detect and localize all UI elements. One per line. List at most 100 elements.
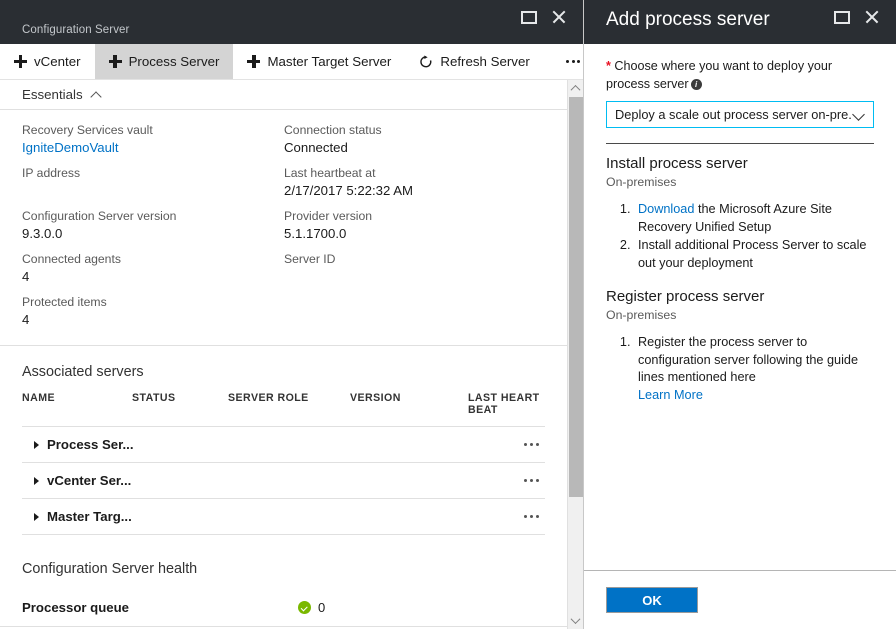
health-metric-value: 0: [298, 600, 325, 615]
configuration-server-blade: Configuration Server vCenter Process Ser…: [0, 0, 584, 629]
column-header-version: VERSION: [350, 392, 468, 416]
deploy-location-field-label: * Choose where you want to deploy your p…: [606, 58, 874, 93]
essentials-key: Server ID: [284, 251, 545, 268]
connection-status-value: Connected: [284, 139, 545, 157]
close-icon[interactable]: [864, 9, 880, 25]
blade-toolbar: vCenter Process Server Master Target Ser…: [0, 44, 583, 80]
refresh-icon: [419, 55, 433, 69]
recovery-services-vault-link[interactable]: IgniteDemoVault: [22, 139, 284, 157]
essentials-value: [284, 268, 545, 286]
left-blade-title: Configuration Server: [22, 24, 129, 36]
toolbar-refresh-label: Refresh Server: [440, 54, 529, 69]
ellipsis-icon: [566, 60, 581, 63]
toolbar-vcenter-label: vCenter: [34, 54, 81, 69]
download-link[interactable]: Download: [638, 202, 694, 216]
blade-scroll-region: Essentials Recovery Services vault Ignit…: [0, 80, 583, 629]
register-process-server-section: Register process server On-premises Regi…: [606, 287, 874, 404]
toolbar-master-target-server-button[interactable]: Master Target Server: [233, 44, 405, 79]
chevron-down-icon[interactable]: [853, 110, 865, 119]
right-blade-title: Add process server: [606, 9, 770, 31]
deploy-location-select[interactable]: Deploy a scale out process server on-pre…: [606, 101, 874, 128]
list-item: Install additional Process Server to sca…: [634, 237, 874, 272]
scroll-down-arrow-icon[interactable]: [568, 612, 583, 629]
install-step-2-text: Install additional Process Server to sca…: [638, 238, 867, 270]
essentials-value: 5.1.1700.0: [284, 225, 545, 243]
chevron-up-icon[interactable]: [92, 90, 102, 100]
row-name-cell[interactable]: vCenter Ser...: [22, 473, 131, 488]
toolbar-refresh-server-button[interactable]: Refresh Server: [405, 44, 543, 79]
ok-button[interactable]: OK: [606, 587, 698, 613]
register-section-subheading: On-premises: [606, 307, 874, 324]
right-window-controls: [834, 9, 880, 25]
maximize-icon[interactable]: [521, 11, 537, 24]
row-name-label: vCenter Ser...: [47, 473, 131, 488]
register-steps-list: Register the process server to configura…: [634, 334, 874, 404]
row-name-cell[interactable]: Master Targ...: [22, 509, 132, 524]
toolbar-process-server-button[interactable]: Process Server: [95, 44, 234, 79]
essentials-label: Essentials: [22, 87, 83, 102]
essentials-value: [22, 182, 284, 200]
column-header-last-heart-beat: LAST HEART BEAT: [468, 392, 545, 416]
row-name-label: Master Targ...: [47, 509, 132, 524]
table-header-row: NAME STATUS SERVER ROLE VERSION LAST HEA…: [22, 392, 545, 427]
essentials-key: IP address: [22, 165, 284, 182]
essentials-key: Protected items: [22, 294, 284, 311]
expand-triangle-icon[interactable]: [34, 441, 39, 449]
column-header-status: STATUS: [132, 392, 228, 416]
table-row[interactable]: Master Targ...: [22, 499, 545, 535]
toolbar-master-target-label: Master Target Server: [267, 54, 391, 69]
essentials-key: Provider version: [284, 208, 545, 225]
row-ellipsis-icon[interactable]: [524, 515, 545, 518]
row-ellipsis-icon[interactable]: [524, 443, 545, 446]
azure-portal-screen: Configuration Server vCenter Process Ser…: [0, 0, 896, 629]
close-icon[interactable]: [551, 9, 567, 25]
right-blade-footer: OK: [584, 570, 896, 629]
learn-more-link[interactable]: Learn More: [638, 388, 703, 402]
essentials-key: Last heartbeat at: [284, 165, 545, 182]
essentials-key: Connection status: [284, 122, 545, 139]
vertical-scrollbar[interactable]: [567, 80, 583, 629]
blade-content: Essentials Recovery Services vault Ignit…: [0, 80, 567, 629]
essentials-value: 4: [22, 311, 284, 329]
table-row[interactable]: vCenter Ser...: [22, 463, 545, 499]
section-gap: [606, 273, 874, 287]
right-blade-header: Add process server: [584, 0, 896, 44]
row-ellipsis-icon[interactable]: [524, 479, 545, 482]
register-step-1-text: Register the process server to configura…: [638, 335, 858, 384]
right-blade-body: * Choose where you want to deploy your p…: [584, 44, 896, 570]
essentials-left-column: Recovery Services vault IgniteDemoVault …: [22, 122, 284, 329]
expand-triangle-icon[interactable]: [34, 513, 39, 521]
column-header-name: NAME: [22, 392, 132, 416]
last-heartbeat-value: 2/17/2017 5:22:32 AM: [284, 182, 545, 200]
health-row: Processor queue 0: [0, 589, 567, 627]
row-name-cell[interactable]: Process Ser...: [22, 437, 134, 452]
install-section-heading: Install process server: [606, 154, 874, 174]
toolbar-vcenter-button[interactable]: vCenter: [0, 44, 95, 79]
row-name-label: Process Ser...: [47, 437, 134, 452]
essentials-right-column: Connection status Connected Last heartbe…: [284, 122, 545, 329]
essentials-header[interactable]: Essentials: [0, 80, 567, 110]
column-header-server-role: SERVER ROLE: [228, 392, 350, 416]
essentials-grid: Recovery Services vault IgniteDemoVault …: [0, 110, 567, 339]
list-item: Download the Microsoft Azure Site Recove…: [634, 201, 874, 236]
essentials-key: Recovery Services vault: [22, 122, 284, 139]
required-asterisk: *: [606, 59, 611, 73]
register-section-heading: Register process server: [606, 287, 874, 307]
left-blade-header: Configuration Server: [0, 0, 583, 44]
essentials-key: Configuration Server version: [22, 208, 284, 225]
plus-icon: [247, 55, 260, 68]
scroll-up-arrow-icon[interactable]: [568, 80, 583, 97]
maximize-icon[interactable]: [834, 11, 850, 24]
plus-icon: [14, 55, 27, 68]
essentials-key: Connected agents: [22, 251, 284, 268]
install-steps-list: Download the Microsoft Azure Site Recove…: [634, 201, 874, 272]
add-process-server-blade: Add process server * Choose where you wa…: [584, 0, 896, 629]
table-row[interactable]: Process Ser...: [22, 427, 545, 463]
install-section-subheading: On-premises: [606, 174, 874, 191]
essentials-value: 4: [22, 268, 284, 286]
health-value-text: 0: [318, 600, 325, 615]
info-icon[interactable]: i: [691, 79, 702, 90]
expand-triangle-icon[interactable]: [34, 477, 39, 485]
scrollbar-thumb[interactable]: [569, 97, 583, 497]
health-title: Configuration Server health: [0, 535, 567, 589]
